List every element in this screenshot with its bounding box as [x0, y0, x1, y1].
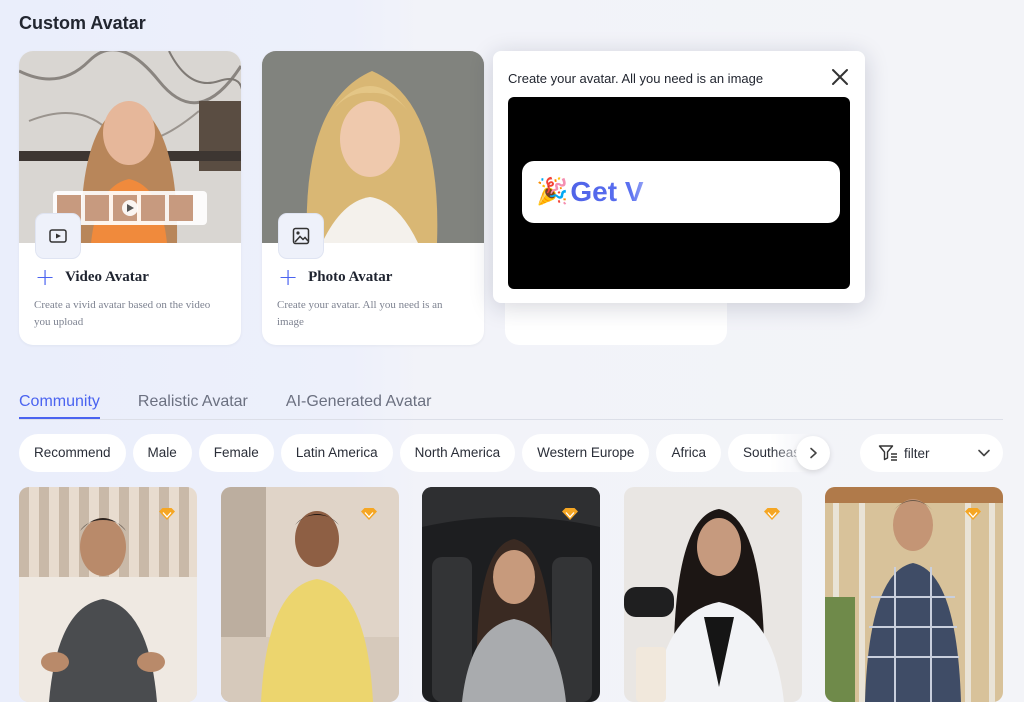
photo-avatar-description: Create your avatar. All you need is an i… — [277, 299, 443, 328]
chip-male[interactable]: Male — [132, 434, 192, 472]
chip-africa[interactable]: Africa — [656, 434, 721, 472]
tab-community[interactable]: Community — [19, 393, 100, 419]
video-play-icon — [35, 213, 81, 259]
avatar-card[interactable] — [624, 487, 802, 702]
chevron-down-icon — [978, 449, 990, 457]
tutorial-video[interactable]: 🎉 Get V — [508, 97, 850, 289]
avatar-tabs: Community Realistic Avatar AI-Generated … — [19, 393, 431, 419]
filter-icon — [878, 445, 897, 461]
avatar-card[interactable] — [422, 487, 600, 702]
close-icon[interactable] — [829, 66, 851, 88]
avatar-card[interactable] — [19, 487, 197, 702]
avatar-card[interactable] — [825, 487, 1003, 702]
image-icon — [278, 213, 324, 259]
chip-western-europe[interactable]: Western Europe — [522, 434, 650, 472]
avatar-card[interactable] — [221, 487, 399, 702]
party-popper-icon: 🎉 — [536, 177, 569, 207]
video-avatar-card[interactable]: + Video Avatar Create a vivid avatar bas… — [19, 51, 241, 345]
chip-female[interactable]: Female — [198, 434, 274, 472]
filter-dropdown[interactable]: filter — [860, 434, 1003, 472]
page-title: Custom Avatar — [19, 13, 146, 33]
tabs-divider — [19, 419, 1003, 420]
popup-title: Create your avatar. All you need is an i… — [508, 71, 764, 86]
video-avatar-description: Create a vivid avatar based on the video… — [34, 299, 211, 328]
chip-latin-america[interactable]: Latin America — [280, 434, 393, 472]
photo-avatar-title: Photo Avatar — [308, 268, 393, 285]
tab-realistic-avatar[interactable]: Realistic Avatar — [138, 393, 248, 419]
chip-north-america[interactable]: North America — [399, 434, 516, 472]
video-caption: Get V — [570, 176, 644, 207]
premium-diamond-icon — [965, 508, 981, 520]
premium-diamond-icon — [361, 508, 377, 520]
premium-diamond-icon — [159, 508, 175, 520]
chevron-right-icon[interactable] — [796, 436, 830, 470]
filter-label: filter — [904, 445, 930, 461]
tab-ai-generated-avatar[interactable]: AI-Generated Avatar — [286, 393, 432, 419]
plus-icon: + — [35, 263, 56, 291]
video-avatar-title: Video Avatar — [65, 268, 149, 285]
avatar-tutorial-popup: Create your avatar. All you need is an i… — [493, 51, 865, 303]
video-text-banner: 🎉 Get V — [522, 161, 840, 223]
photo-avatar-card[interactable]: + Photo Avatar Create your avatar. All y… — [262, 51, 484, 345]
category-chips: Recommend Male Female Latin America North Am… — [19, 434, 815, 472]
plus-icon: + — [278, 263, 299, 291]
premium-diamond-icon — [764, 508, 780, 520]
chip-recommend[interactable]: Recommend — [19, 434, 126, 472]
premium-diamond-icon — [562, 508, 578, 520]
